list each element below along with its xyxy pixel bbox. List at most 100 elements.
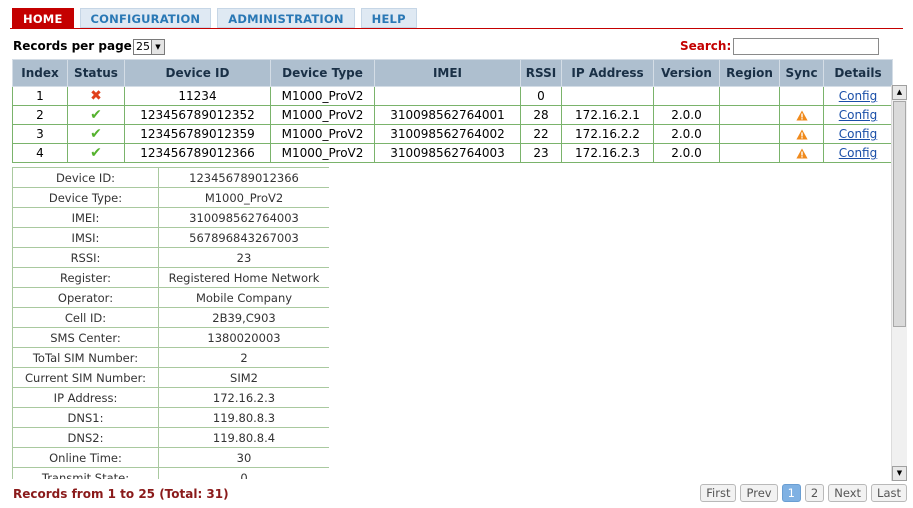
- search-input[interactable]: [733, 38, 879, 55]
- records-per-page-label: Records per page:: [13, 39, 137, 53]
- detail-row: Register: Registered Home Network: [12, 267, 329, 288]
- records-per-page-select[interactable]: 25 ▼: [133, 39, 165, 55]
- checkmark-icon: ✔: [90, 145, 102, 161]
- detail-row: Device Type: M1000_ProV2: [12, 187, 329, 208]
- detail-row: SMS Center: 1380020003: [12, 327, 329, 348]
- detail-label: Device ID:: [12, 167, 159, 188]
- table-row[interactable]: 4 ✔ 123456789012366 M1000_ProV2 310098562764…: [12, 143, 893, 163]
- cell-details: Config: [823, 86, 893, 106]
- last-page-button[interactable]: Last: [871, 484, 907, 502]
- cell-ip: 172.16.2.2: [561, 124, 654, 144]
- error-x-icon: ✖: [90, 88, 102, 104]
- tab-configuration[interactable]: CONFIGURATION: [79, 8, 212, 28]
- column-header-status[interactable]: Status: [67, 59, 125, 87]
- config-link[interactable]: Config: [839, 89, 878, 103]
- detail-value: 1380020003: [158, 327, 329, 348]
- column-header-ip-address[interactable]: IP Address: [561, 59, 654, 87]
- detail-row: Device ID: 123456789012366: [12, 167, 329, 188]
- column-header-device-type[interactable]: Device Type: [270, 59, 375, 87]
- cell-device-type: M1000_ProV2: [270, 86, 375, 106]
- tab-administration[interactable]: ADMINISTRATION: [217, 8, 355, 28]
- config-link[interactable]: Config: [839, 127, 878, 141]
- cell-device-id: 11234: [124, 86, 271, 106]
- detail-row: ToTal SIM Number: 2: [12, 347, 329, 368]
- next-page-button[interactable]: Next: [828, 484, 868, 502]
- detail-row: RSSI: 23: [12, 247, 329, 268]
- table-row[interactable]: 2 ✔ 123456789012352 M1000_ProV2 310098562764…: [12, 105, 893, 125]
- cell-ip: [561, 86, 654, 106]
- detail-row: Transmit State: 0: [12, 467, 329, 479]
- checkmark-icon: ✔: [90, 126, 102, 142]
- cell-imei: 310098562764001: [374, 105, 521, 125]
- cell-rssi: 22: [520, 124, 562, 144]
- detail-row: IP Address: 172.16.2.3: [12, 387, 329, 408]
- column-header-version[interactable]: Version: [653, 59, 720, 87]
- page-2-button[interactable]: 2: [804, 484, 825, 502]
- detail-value: 172.16.2.3: [158, 387, 329, 408]
- detail-label: Operator:: [12, 287, 159, 308]
- config-link[interactable]: Config: [839, 146, 878, 160]
- detail-value: 0: [158, 467, 329, 479]
- cell-index: 2: [12, 105, 68, 125]
- cell-rssi: 0: [520, 86, 562, 106]
- cell-device-type: M1000_ProV2: [270, 143, 375, 163]
- scroll-up-icon[interactable]: ▲: [892, 85, 907, 100]
- detail-value: 119.80.8.4: [158, 427, 329, 448]
- detail-value: 23: [158, 247, 329, 268]
- config-link[interactable]: Config: [839, 108, 878, 122]
- cell-status: ✖: [67, 86, 125, 106]
- pagination: First Prev 1 2 Next Last: [696, 484, 907, 502]
- column-header-rssi[interactable]: RSSI: [520, 59, 562, 87]
- cell-device-type: M1000_ProV2: [270, 105, 375, 125]
- detail-label: Transmit State:: [12, 467, 159, 479]
- cell-status: ✔: [67, 105, 125, 125]
- detail-value: Registered Home Network: [158, 267, 329, 288]
- detail-row: Current SIM Number: SIM2: [12, 367, 329, 388]
- warning-icon[interactable]: [795, 129, 808, 140]
- nav-divider: [10, 28, 903, 29]
- cell-ip: 172.16.2.3: [561, 143, 654, 163]
- column-header-index[interactable]: Index: [12, 59, 68, 87]
- cell-index: 1: [12, 86, 68, 106]
- detail-value: Mobile Company: [158, 287, 329, 308]
- cell-status: ✔: [67, 124, 125, 144]
- cell-imei: 310098562764002: [374, 124, 521, 144]
- cell-rssi: 28: [520, 105, 562, 125]
- column-header-imei[interactable]: IMEI: [374, 59, 521, 87]
- detail-value: 119.80.8.3: [158, 407, 329, 428]
- detail-label: RSSI:: [12, 247, 159, 268]
- cell-details: Config: [823, 105, 893, 125]
- column-header-device-id[interactable]: Device ID: [124, 59, 271, 87]
- detail-label: Register:: [12, 267, 159, 288]
- cell-version: 2.0.0: [653, 105, 720, 125]
- column-header-region[interactable]: Region: [719, 59, 780, 87]
- scrollbar-thumb[interactable]: [893, 101, 906, 327]
- table-row[interactable]: 1 ✖ 11234 M1000_ProV2 0 Config: [12, 86, 893, 106]
- first-page-button[interactable]: First: [700, 484, 737, 502]
- vertical-scrollbar[interactable]: ▲ ▼: [891, 85, 907, 481]
- detail-value: 30: [158, 447, 329, 468]
- detail-label: IP Address:: [12, 387, 159, 408]
- detail-label: Cell ID:: [12, 307, 159, 328]
- page-1-button[interactable]: 1: [781, 484, 801, 502]
- prev-page-button[interactable]: Prev: [740, 484, 778, 502]
- cell-region: [719, 124, 780, 144]
- column-header-details[interactable]: Details: [823, 59, 893, 87]
- detail-row: IMEI: 310098562764003: [12, 207, 329, 228]
- detail-value: M1000_ProV2: [158, 187, 329, 208]
- detail-label: Online Time:: [12, 447, 159, 468]
- detail-label: DNS2:: [12, 427, 159, 448]
- scroll-down-icon[interactable]: ▼: [892, 466, 907, 481]
- detail-label: IMSI:: [12, 227, 159, 248]
- table-row[interactable]: 3 ✔ 123456789012359 M1000_ProV2 310098562764…: [12, 124, 893, 144]
- tab-home[interactable]: HOME: [12, 8, 74, 28]
- cell-device-id: 123456789012359: [124, 124, 271, 144]
- warning-icon[interactable]: [795, 148, 808, 159]
- detail-value: 123456789012366: [158, 167, 329, 188]
- detail-value: SIM2: [158, 367, 329, 388]
- detail-label: Current SIM Number:: [12, 367, 159, 388]
- warning-icon[interactable]: [795, 110, 808, 121]
- chevron-down-icon[interactable]: ▼: [151, 40, 164, 54]
- column-header-sync[interactable]: Sync: [779, 59, 824, 87]
- tab-help[interactable]: HELP: [360, 8, 417, 28]
